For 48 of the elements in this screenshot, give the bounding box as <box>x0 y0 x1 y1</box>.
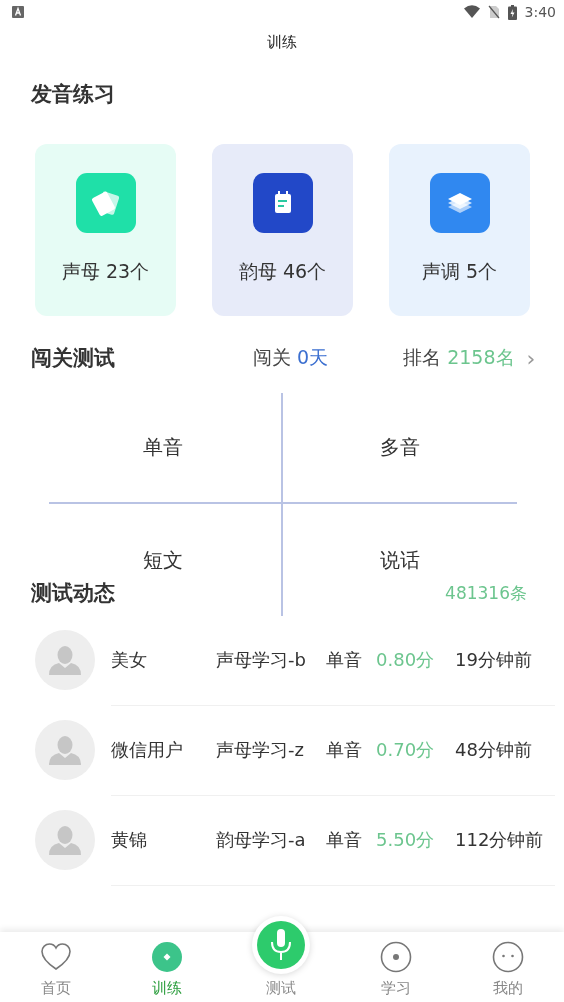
practice-card[interactable]: 声调 5个 <box>389 144 530 316</box>
lesson-name: 声母学习-b <box>216 647 307 672</box>
heart-icon <box>40 941 72 973</box>
tab[interactable]: 训练 <box>112 932 222 1002</box>
avatar-icon <box>35 810 95 870</box>
card-label: 韵母 46个 <box>238 259 327 284</box>
mode-option[interactable]: 多音 <box>380 434 420 461</box>
target-icon <box>380 941 412 973</box>
smiley-icon <box>492 941 524 973</box>
mode-option[interactable]: 说话 <box>380 546 420 574</box>
page-title: 训练 <box>266 32 298 53</box>
no-sim-icon <box>487 5 500 19</box>
tab[interactable]: 首页 <box>0 932 112 1002</box>
time-ago: 48分钟前 <box>455 737 532 762</box>
wifi-icon <box>463 5 480 19</box>
test-type: 单音 <box>326 647 363 672</box>
ranking-link[interactable]: 排名 2158名 <box>403 345 515 371</box>
test-type: 单音 <box>326 737 363 762</box>
record-count: 481316条 <box>445 581 527 605</box>
score: 0.70分 <box>376 737 436 762</box>
score: 5.50分 <box>376 827 436 852</box>
card-label: 声母 23个 <box>61 259 150 284</box>
tab[interactable]: 我的 <box>452 932 564 1002</box>
mode-option[interactable]: 单音 <box>143 434 183 461</box>
practice-card[interactable]: 韵母 46个 <box>212 144 353 316</box>
mode-option[interactable]: 短文 <box>143 546 183 574</box>
avatar-icon <box>35 720 95 780</box>
user-name: 微信用户 <box>111 737 184 762</box>
section-title: 测试动态 <box>31 580 115 607</box>
practice-card[interactable]: 声母 23个 <box>35 144 176 316</box>
time-ago: 112分钟前 <box>455 827 544 852</box>
section-title: 闯关测试 <box>31 345 115 372</box>
section-title: 发音练习 <box>30 81 116 108</box>
time-ago: 19分钟前 <box>455 647 532 672</box>
lesson-name: 韵母学习-a <box>216 827 307 852</box>
lesson-name: 声母学习-z <box>216 737 305 762</box>
clock: 3:40 <box>524 4 556 20</box>
streak-days-text: 闯关 0天 <box>253 345 329 370</box>
score: 0.80分 <box>376 647 436 672</box>
user-name: 美女 <box>111 647 148 672</box>
battery-charging-icon <box>507 4 517 20</box>
tab[interactable]: 学习 <box>340 932 452 1002</box>
user-name: 黄锦 <box>111 827 148 852</box>
tab[interactable]: 测试 <box>222 908 340 1002</box>
avatar-icon <box>35 630 95 690</box>
test-type: 单音 <box>326 827 363 852</box>
app-notification-icon <box>12 6 24 18</box>
card-label: 声调 5个 <box>421 259 498 284</box>
